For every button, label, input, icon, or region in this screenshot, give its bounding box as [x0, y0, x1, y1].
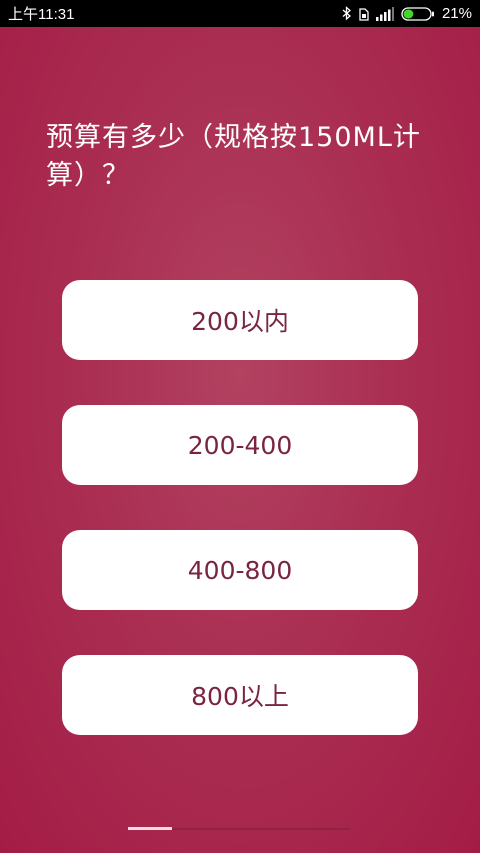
progress-indicator — [128, 827, 350, 830]
option-label: 400-800 — [187, 555, 293, 585]
option-label: 800以上 — [191, 682, 289, 711]
question-title: 预算有多少（规格按150ML计算）？ — [46, 122, 421, 191]
status-right: 21% — [342, 5, 472, 22]
option-button-2[interactable]: 200-400 — [62, 405, 418, 485]
option-button-1[interactable]: 200以内 — [62, 280, 418, 360]
battery-percent: 21% — [441, 5, 472, 22]
progress-fill — [128, 827, 173, 830]
option-label: 200-400 — [187, 430, 293, 460]
sim-icon — [359, 7, 369, 21]
status-left: 上午11:31 — [8, 3, 74, 24]
bluetooth-icon — [342, 6, 352, 21]
option-button-3[interactable]: 400-800 — [62, 530, 418, 610]
battery-icon — [401, 6, 435, 21]
option-button-4[interactable]: 800以上 — [62, 655, 418, 735]
status-time: 上午11:31 — [8, 6, 75, 23]
status-bar: 上午11:31 21% — [0, 0, 480, 27]
signal-icon — [375, 6, 394, 21]
survey-screen: 预算有多少（规格按150ML计算）？ 200以内 200-400 400-800… — [0, 27, 480, 853]
option-label: 200以内 — [191, 307, 289, 336]
